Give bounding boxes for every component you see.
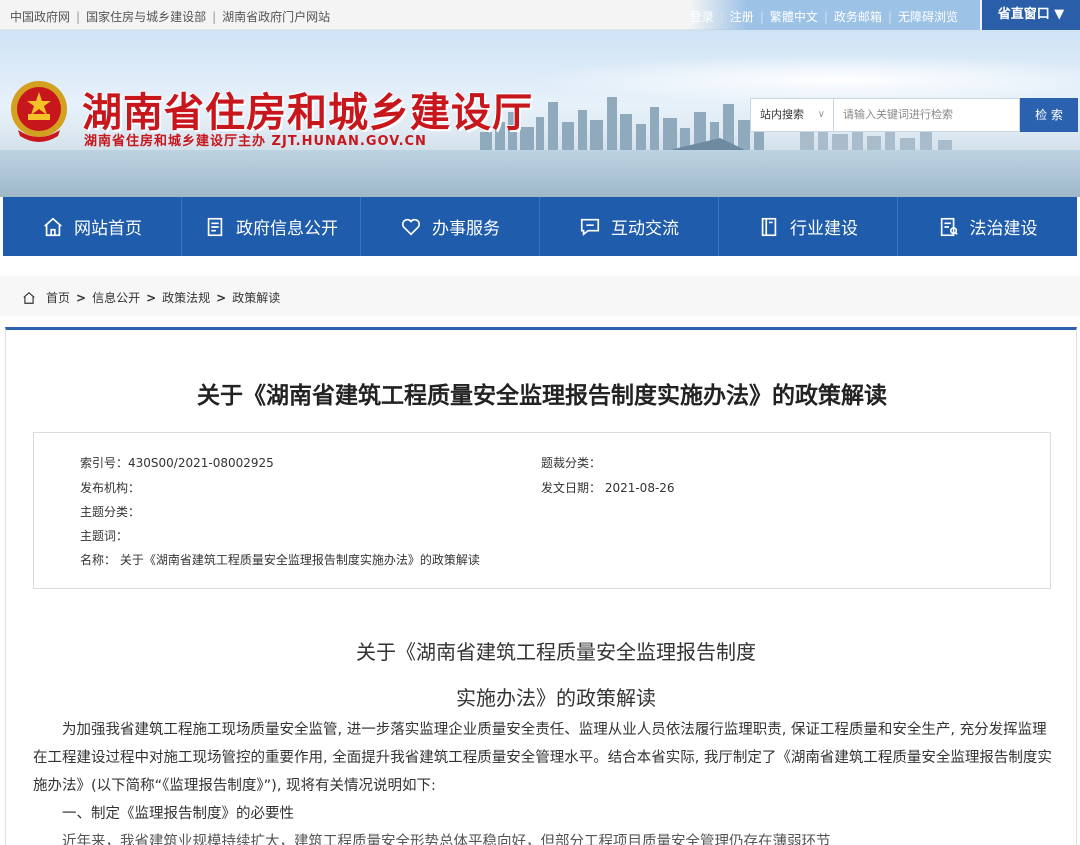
breadcrumb: 首页 > 信息公开 > 政策法规 > 政策解读 <box>0 276 1080 316</box>
nav-label: 法治建设 <box>969 219 1038 239</box>
article-panel: 关于《湖南省建筑工程质量安全监理报告制度实施办法》的政策解读 索引号：430S0… <box>5 327 1077 845</box>
meta-genre: 题裁分类： <box>541 456 602 470</box>
book-icon <box>761 217 777 236</box>
paragraph: 为加强我省建筑工程施工现场质量安全监管, 进一步落实监理企业质量安全责任、监理从… <box>33 722 1052 794</box>
nav-label: 办事服务 <box>432 219 500 239</box>
link-gov-cn[interactable]: 中国政府网 <box>10 10 70 24</box>
article-body: 为加强我省建筑工程施工现场质量安全监管, 进一步落实监理企业质量安全责任、监理从… <box>33 716 1053 845</box>
content-heading-line1: 关于《湖南省建筑工程质量安全监理报告制度 <box>356 640 756 664</box>
nav-item-law[interactable]: 法治建设 <box>898 197 1077 256</box>
heart-icon <box>401 218 421 236</box>
metadata-box: 索引号：430S00/2021-08002925 题裁分类： 发布机构： 发文日… <box>33 432 1051 589</box>
user-links: 登录 | 注册 | 繁體中文 | 政务邮箱 | 无障碍浏览 <box>689 10 958 24</box>
content-heading-line2: 实施办法》的政策解读 <box>456 686 656 710</box>
register-link[interactable]: 注册 <box>730 10 754 24</box>
article-title: 关于《湖南省建筑工程质量安全监理报告制度实施办法》的政策解读 <box>197 383 887 409</box>
search-scope-select[interactable]: 站内搜索 ∨ <box>750 98 834 132</box>
national-emblem-icon <box>11 81 67 142</box>
section-heading: 一、制定《监理报告制度》的必要性 <box>62 806 294 822</box>
login-link[interactable]: 登录 <box>690 10 714 24</box>
nav-label: 网站首页 <box>74 219 142 239</box>
link-hunan-gov[interactable]: 湖南省政府门户网站 <box>222 10 330 24</box>
site-search: 站内搜索 ∨ 请输入关键词进行检索 检 索 <box>750 98 1078 132</box>
traditional-chinese-link[interactable]: 繁體中文 <box>770 10 818 24</box>
site-subtitle: 湖南省住房和城乡建设厅主办 ZJT.HUNAN.GOV.CN <box>84 134 427 149</box>
external-links: 中国政府网 | 国家住房与城乡建设部 | 湖南省政府门户网站 <box>10 10 331 24</box>
document-icon <box>207 217 223 236</box>
meta-publisher: 发布机构： <box>80 481 141 495</box>
top-bar: 中国政府网 | 国家住房与城乡建设部 | 湖南省政府门户网站 登录 | 注册 | 繁體中文 | 政务… <box>0 0 1080 30</box>
nav-label: 互动交流 <box>611 219 679 239</box>
breadcrumb-info[interactable]: 信息公开 <box>92 289 140 306</box>
law-icon <box>940 217 958 236</box>
provincial-window-dropdown[interactable]: 省直窗口 ▼ <box>982 0 1080 30</box>
meta-index: 索引号：430S00/2021-08002925 <box>80 456 274 470</box>
nav-label: 行业建设 <box>790 219 858 239</box>
meta-name: 名称： 关于《湖南省建筑工程质量安全监理报告制度实施办法》的政策解读 <box>80 553 480 567</box>
meta-keywords: 主题词： <box>80 529 129 543</box>
search-input[interactable]: 请输入关键词进行检索 <box>834 98 1020 132</box>
river-image <box>0 150 1080 197</box>
home-icon <box>44 217 62 236</box>
link-mohurd[interactable]: 国家住房与城乡建设部 <box>86 10 206 24</box>
main-nav: 网站首页 政府信息公开 办事服务 互动交流 行业建设 法治建设 <box>3 197 1077 256</box>
nav-item-industry[interactable]: 行业建设 <box>719 197 898 256</box>
home-icon <box>23 291 35 304</box>
meta-date: 发文日期： 2021-08-26 <box>541 481 675 495</box>
nav-item-services[interactable]: 办事服务 <box>361 197 540 256</box>
search-scope-label: 站内搜索 <box>760 108 804 121</box>
meta-topic: 主题分类： <box>80 505 141 519</box>
breadcrumb-home[interactable]: 首页 <box>46 289 70 306</box>
search-button[interactable]: 检 索 <box>1020 98 1078 132</box>
accessibility-link[interactable]: 无障碍浏览 <box>898 10 958 24</box>
nav-item-interaction[interactable]: 互动交流 <box>540 197 719 256</box>
nav-item-home[interactable]: 网站首页 <box>3 197 182 256</box>
chat-icon <box>580 218 600 236</box>
breadcrumb-policy[interactable]: 政策法规 <box>162 289 210 306</box>
nav-label: 政府信息公开 <box>236 219 338 239</box>
header-banner: 湖南省住房和城乡建设厅 湖南省住房和城乡建设厅主办 ZJT.HUNAN.GOV.… <box>0 30 1080 197</box>
paragraph: 近年来，我省建筑业规模持续扩大，建筑工程质量安全形势总体平稳向好，但部分工程项目… <box>62 834 831 845</box>
breadcrumb-current[interactable]: 政策解读 <box>232 289 280 306</box>
chevron-down-icon: ∨ <box>817 109 825 120</box>
nav-item-gov-info[interactable]: 政府信息公开 <box>182 197 361 256</box>
gov-email-link[interactable]: 政务邮箱 <box>834 10 882 24</box>
